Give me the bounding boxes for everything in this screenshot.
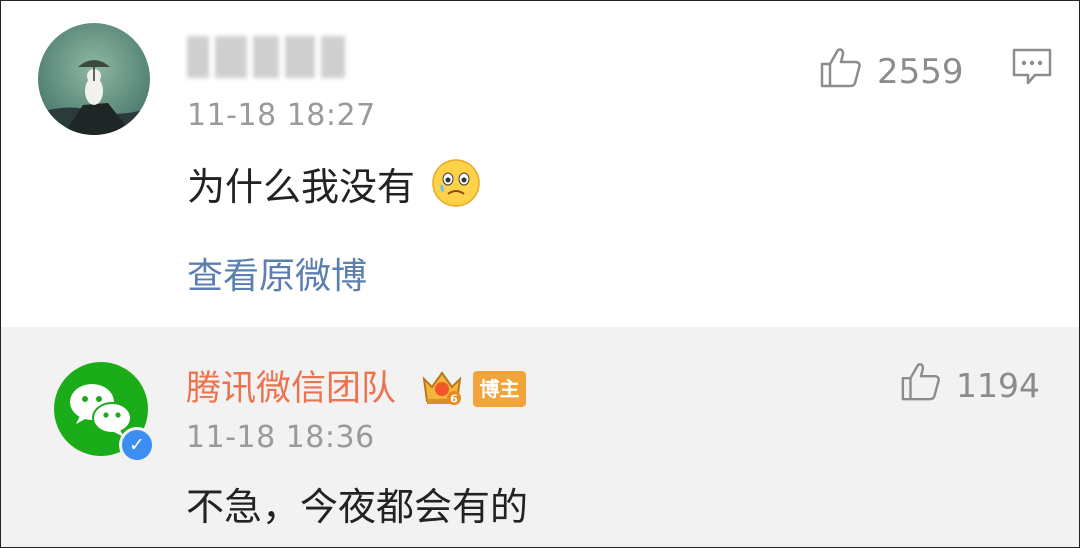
crown-level-icon: 6 — [420, 365, 464, 413]
crown-level-number: 6 — [450, 393, 458, 406]
reply-timestamp: 11-18 18:36 — [186, 420, 375, 455]
crying-face-icon — [431, 158, 481, 217]
reply-username[interactable]: 腾讯微信团队 — [186, 360, 396, 411]
thumbs-up-icon — [819, 45, 863, 98]
comment-timestamp: 11-18 18:27 — [187, 98, 376, 133]
reply-like-button[interactable]: 1194 — [900, 360, 1040, 410]
verified-badge-icon: ✓ — [119, 427, 155, 463]
like-button[interactable]: 2559 — [819, 45, 964, 98]
comment-text: 为什么我没有 — [187, 156, 481, 217]
user-avatar[interactable] — [38, 23, 150, 135]
comment-card: 11-18 18:27 为什么我没有 查看原微博 2559 — [1, 1, 1079, 327]
thumbs-up-icon — [900, 360, 942, 410]
host-badge: 博主 — [473, 371, 526, 407]
comment-text-content: 为什么我没有 — [187, 165, 416, 209]
view-original-link[interactable]: 查看原微博 — [187, 247, 367, 299]
reply-comment-icon[interactable] — [1011, 47, 1053, 91]
username-blurred[interactable] — [187, 34, 347, 80]
reply-text: 不急，今夜都会有的 — [186, 485, 529, 529]
like-count: 2559 — [877, 51, 964, 92]
reply-like-count: 1194 — [956, 365, 1040, 405]
